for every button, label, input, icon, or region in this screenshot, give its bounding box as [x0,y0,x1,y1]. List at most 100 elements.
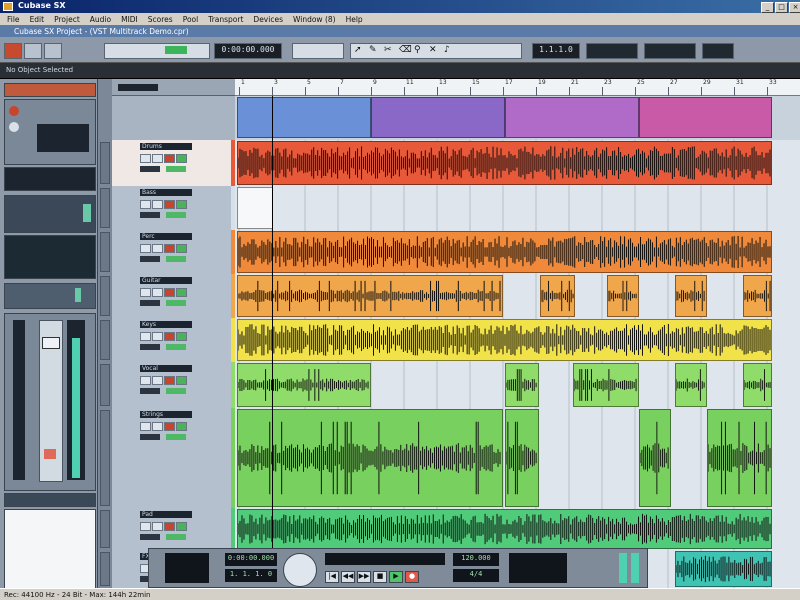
record-arm-icon[interactable] [164,522,175,531]
inspector-track-settings[interactable] [4,99,96,165]
track-volume[interactable] [140,166,160,172]
audio-event[interactable] [675,363,707,407]
track-name[interactable]: Drums [140,143,192,150]
marker-region[interactable] [639,97,772,138]
audio-event[interactable] [505,363,539,407]
record-arm-icon[interactable] [164,200,175,209]
solo-icon[interactable] [152,154,163,163]
track-header[interactable]: Bass [112,186,235,231]
track-pan[interactable] [166,212,186,218]
track-header[interactable]: Guitar [112,274,235,319]
fader-knob[interactable] [42,337,60,349]
mute-icon[interactable] [140,332,151,341]
mute-icon[interactable] [140,376,151,385]
transport-mini-buttons[interactable] [104,43,210,59]
track-pan[interactable] [166,166,186,172]
track-header[interactable]: Strings [112,408,235,509]
record-arm-icon[interactable] [164,244,175,253]
mute-tool-icon[interactable]: ✕ [429,45,437,55]
menu-file[interactable]: File [2,15,25,24]
audio-event[interactable] [237,141,772,185]
track-header[interactable]: Perc [112,230,235,275]
tempo-display[interactable]: 120.000 [453,553,499,566]
mute-button[interactable] [44,449,56,459]
track-header[interactable]: Pad [112,508,235,551]
inspector-toggle-button[interactable] [44,43,62,59]
automation-buttons[interactable] [292,43,344,59]
inspector-eq[interactable] [4,235,96,279]
audio-event[interactable] [743,275,772,317]
monitor-icon[interactable] [176,332,187,341]
monitor-icon[interactable] [176,522,187,531]
inspector-volume[interactable] [4,167,96,191]
audio-event[interactable] [237,319,772,361]
solo-icon[interactable] [152,522,163,531]
track-volume[interactable] [140,434,160,440]
track-pan[interactable] [166,300,186,306]
rewind-start-button[interactable]: |◀ [325,571,339,583]
track-volume[interactable] [140,212,160,218]
solo-icon[interactable] [152,332,163,341]
menu-project[interactable]: Project [49,15,85,24]
menu-scores[interactable]: Scores [143,15,178,24]
audio-event[interactable] [237,409,503,507]
sync-section[interactable] [509,553,567,583]
audio-event[interactable] [743,363,772,407]
solo-icon[interactable] [152,288,163,297]
transport-record-mode[interactable] [165,553,209,583]
audio-event[interactable] [505,409,539,507]
transport-locators[interactable] [325,553,445,565]
play-tool-icon[interactable]: ♪ [444,45,450,55]
maximize-icon[interactable]: □ [775,2,788,13]
audio-event[interactable] [639,409,671,507]
app-icon[interactable] [3,2,13,11]
record-enable-icon[interactable] [9,106,19,116]
record-arm-icon[interactable] [164,332,175,341]
record-mode-button[interactable] [4,43,22,59]
audio-event[interactable] [707,409,772,507]
menu-help[interactable]: Help [341,15,368,24]
inspector-notepad-header[interactable] [4,493,96,507]
mute-icon[interactable] [140,244,151,253]
menu-transport[interactable]: Transport [203,15,248,24]
mute-icon[interactable] [140,522,151,531]
audio-event[interactable] [237,509,772,549]
constrain-button[interactable] [24,43,42,59]
tool-buttons[interactable]: ➚ ✎ ✂ ⌫ ⚲ ✕ ♪ [350,43,522,59]
track-header[interactable]: Drums [112,140,235,187]
close-icon[interactable]: × [789,2,800,13]
solo-icon[interactable] [152,376,163,385]
play-button[interactable]: ▶ [389,571,403,583]
monitor-icon[interactable] [176,422,187,431]
monitor-icon[interactable] [9,122,19,132]
track-name[interactable]: Keys [140,321,192,328]
track-name[interactable]: Pad [140,511,192,518]
solo-icon[interactable] [152,422,163,431]
record-arm-icon[interactable] [164,376,175,385]
inspector-inserts[interactable] [4,195,96,233]
record-arm-icon[interactable] [164,154,175,163]
arrow-tool-icon[interactable]: ➚ [354,45,362,55]
timeline-ruler[interactable]: 1 3 5 7 9 11 13 15 17 19 21 23 25 27 29 31 33 [235,79,800,96]
track-header[interactable]: Vocal [112,362,235,409]
inspector-sends[interactable] [4,283,96,309]
menu-window[interactable]: Window (8) [288,15,341,24]
jog-wheel[interactable] [283,553,317,587]
audio-event[interactable] [675,551,772,587]
solo-icon[interactable] [152,200,163,209]
quantize-select[interactable] [644,43,696,59]
audio-event[interactable] [573,363,639,407]
monitor-icon[interactable] [176,288,187,297]
track-pan[interactable] [166,256,186,262]
audio-event[interactable] [237,275,503,317]
track-pan[interactable] [166,434,186,440]
record-arm-icon[interactable] [164,288,175,297]
marker-region[interactable] [505,97,639,138]
track-name[interactable]: Guitar [140,277,192,284]
mute-icon[interactable] [140,288,151,297]
inspector-track-header[interactable] [4,83,96,97]
track-name[interactable]: Perc [140,233,192,240]
menu-devices[interactable]: Devices [248,15,288,24]
volume-fader[interactable] [39,320,63,482]
marker-region[interactable] [371,97,505,138]
